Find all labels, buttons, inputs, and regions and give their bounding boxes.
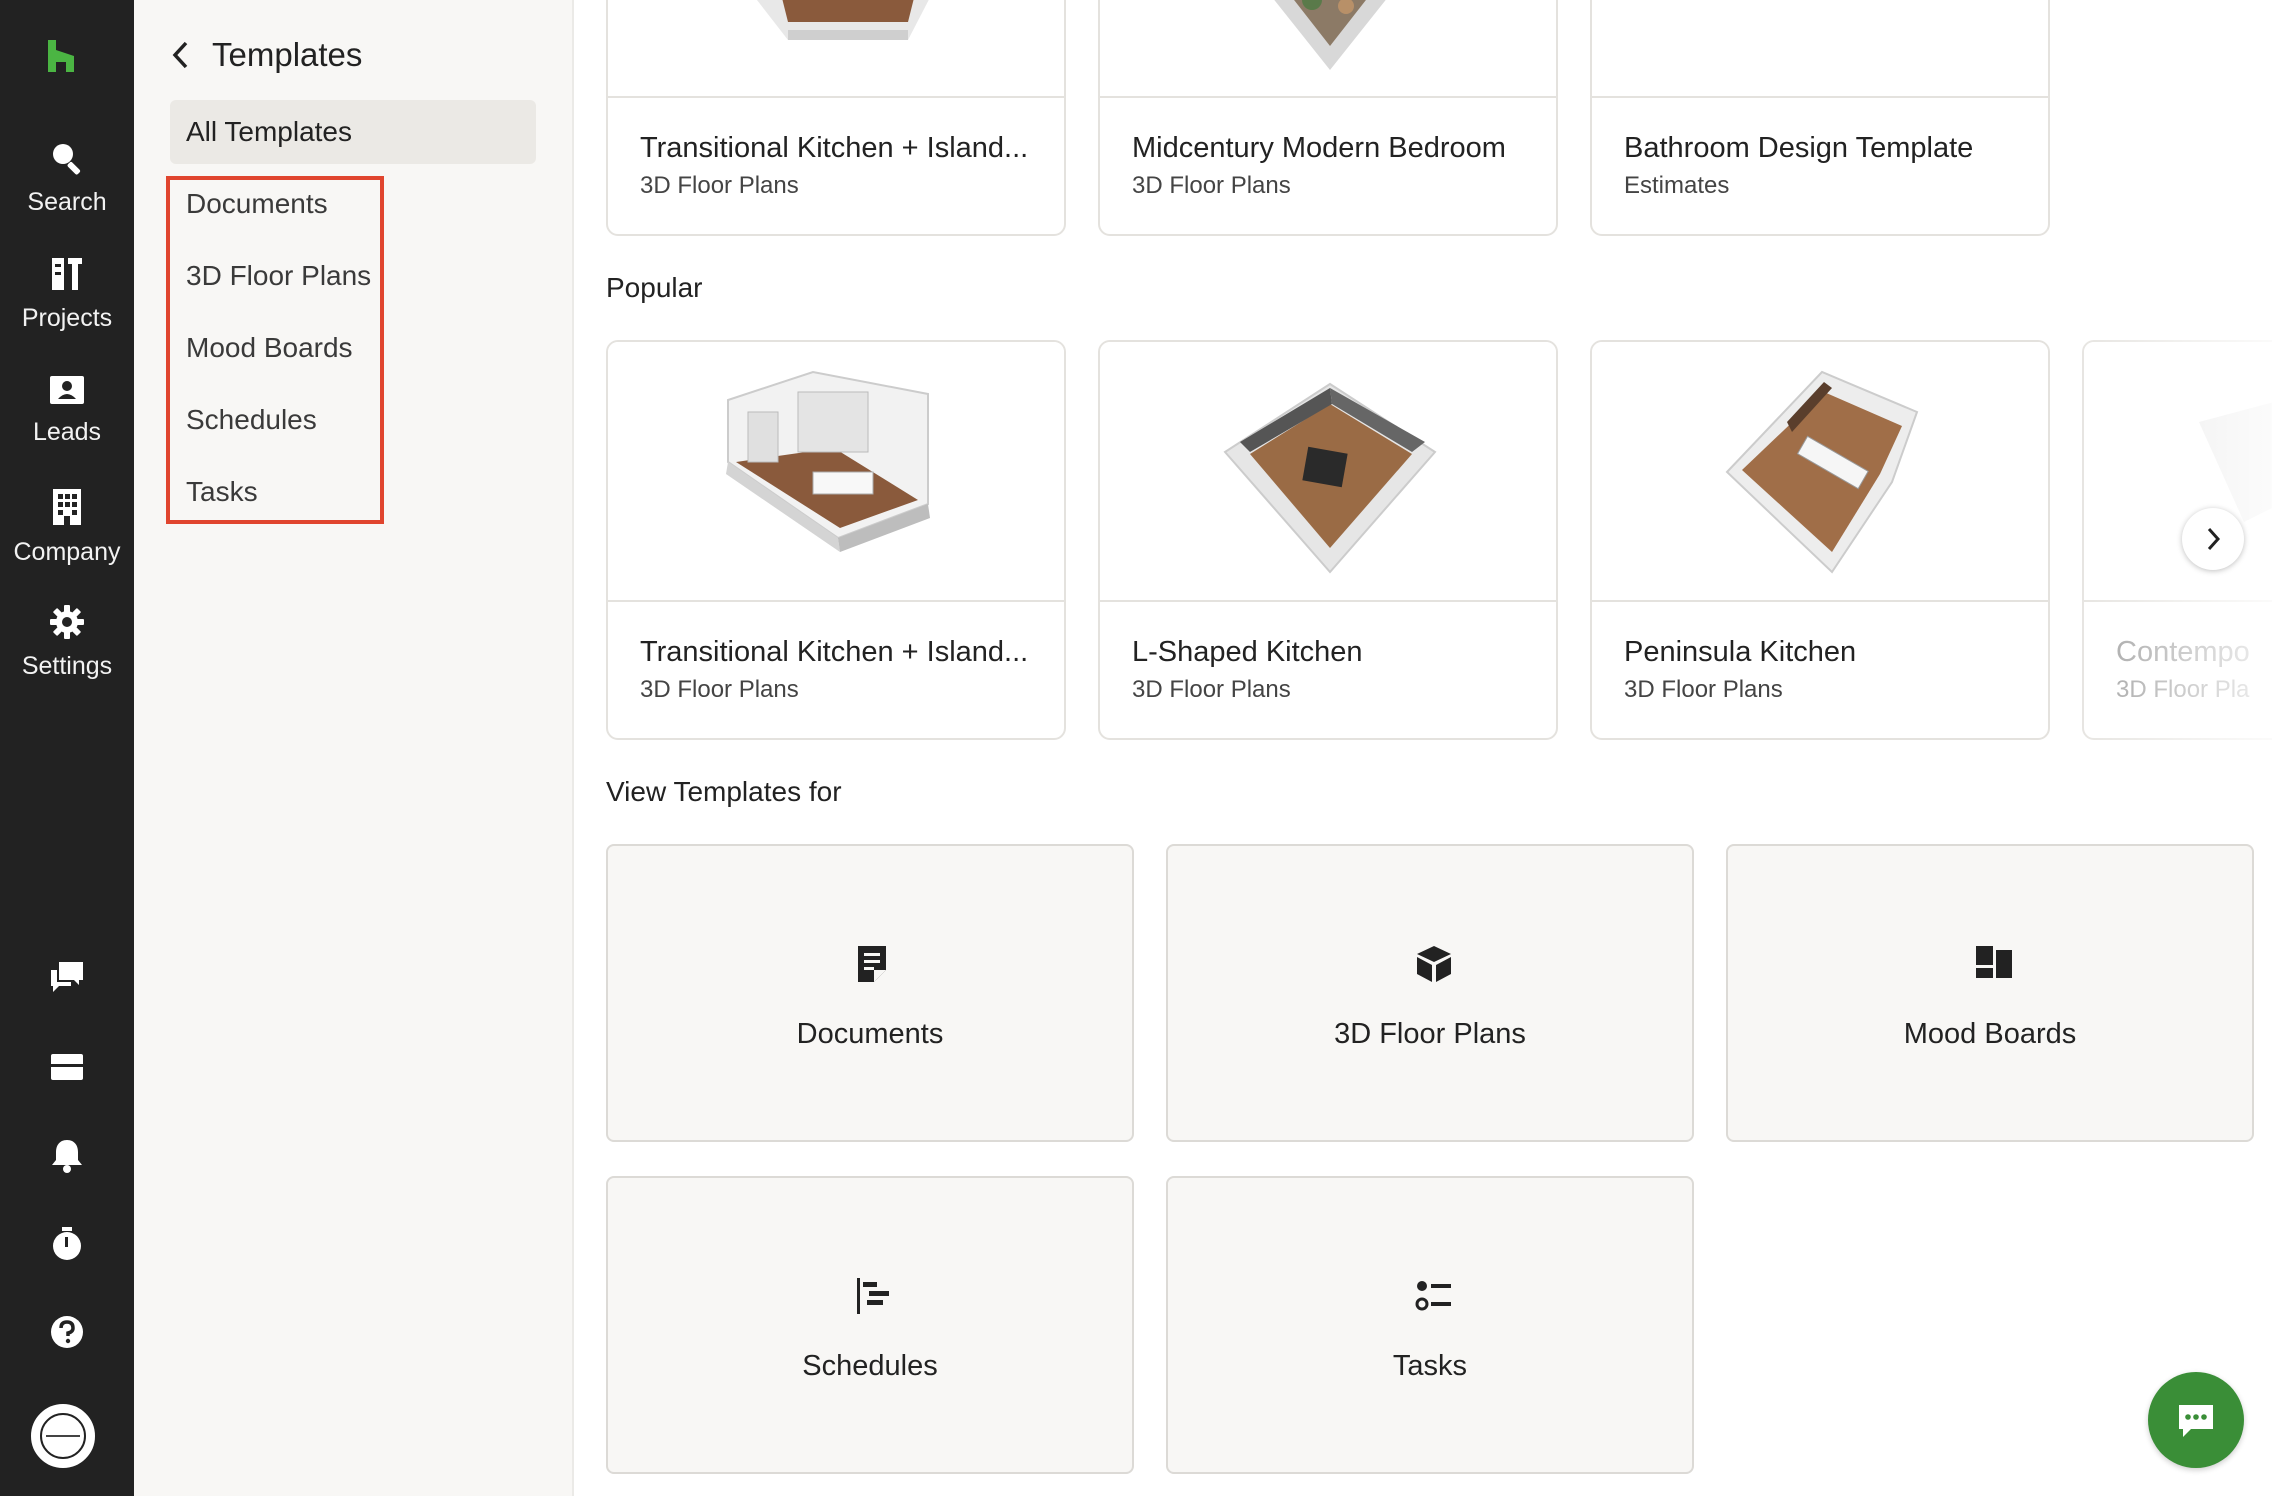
card-subtitle: 3D Floor Plans [1132, 676, 1291, 703]
kitchen-render-image [756, 0, 929, 40]
houzz-logo[interactable] [42, 36, 92, 76]
tasks-icon [1415, 1281, 1451, 1311]
section-title-view-templates: View Templates for [606, 776, 842, 807]
document-icon [858, 946, 886, 982]
card-title: Contempo [2116, 636, 2250, 668]
chat-icon [2179, 1405, 2213, 1437]
rail-projects[interactable]: Projects [0, 256, 134, 333]
tile-tasks[interactable]: Tasks [1166, 1176, 1694, 1474]
avatar[interactable] [31, 1404, 95, 1468]
nav-all-templates[interactable]: All Templates [170, 100, 536, 164]
card-subtitle: 3D Floor Plans [640, 172, 799, 199]
rail-search[interactable]: Search [0, 140, 134, 217]
template-card[interactable]: Bathroom Design Template Estimates [1590, 0, 2050, 236]
card-subtitle: 3D Floor Plans [640, 676, 799, 703]
search-icon [53, 144, 81, 175]
card-subtitle: Estimates [1624, 172, 1730, 199]
l-shaped-kitchen-render-image [1223, 382, 1437, 574]
tile-label: Documents [796, 1018, 944, 1050]
bedroom-render-image [1274, 0, 1386, 70]
help-icon [51, 1316, 83, 1348]
tile-label: 3D Floor Plans [1334, 1018, 1526, 1050]
template-card[interactable]: Peninsula Kitchen 3D Floor Plans [1590, 340, 2050, 740]
section-title-popular: Popular [606, 272, 703, 303]
cube-icon [1417, 946, 1451, 982]
rail-company-label: Company [13, 538, 121, 566]
card-title: Transitional Kitchen + Island... [640, 132, 1029, 164]
inbox-button[interactable] [0, 1052, 134, 1082]
schedule-icon [857, 1278, 889, 1314]
card-title: Peninsula Kitchen [1624, 636, 1857, 668]
bell-icon [52, 1140, 82, 1173]
rail-leads[interactable]: Leads [0, 374, 134, 447]
tile-mood-boards[interactable]: Mood Boards [1726, 844, 2254, 1142]
timer-button[interactable] [0, 1226, 134, 1262]
messages-icon [51, 962, 83, 992]
inbox-icon [51, 1054, 83, 1080]
rail-settings[interactable]: Settings [0, 604, 134, 681]
back-to-templates[interactable]: Templates [170, 30, 362, 80]
tile-3d-floor-plans[interactable]: 3D Floor Plans [1166, 844, 1694, 1142]
carousel-next-button[interactable] [2182, 508, 2244, 570]
card-subtitle: 3D Floor Plans [1132, 172, 1291, 199]
projects-icon [52, 258, 82, 290]
subnav-title: Templates [212, 36, 363, 73]
contemporary-render-image [2199, 402, 2272, 522]
card-subtitle: 3D Floor Pla [2116, 676, 2250, 703]
tile-documents[interactable]: Documents [606, 844, 1134, 1142]
templates-subnav: Templates All Templates Documents 3D Flo… [134, 0, 574, 1496]
help-button[interactable] [0, 1314, 134, 1350]
peninsula-kitchen-render-image [1725, 370, 1919, 574]
template-card[interactable]: Transitional Kitchen + Island... 3D Floo… [606, 0, 1066, 236]
card-title: Midcentury Modern Bedroom [1132, 132, 1506, 164]
rail-settings-label: Settings [21, 652, 113, 680]
card-title: Bathroom Design Template [1624, 132, 1974, 164]
messages-button[interactable] [0, 960, 134, 994]
chevron-right-icon [2207, 527, 2221, 551]
kitchen-island-render-image [726, 370, 930, 552]
card-title: Transitional Kitchen + Island... [640, 636, 1029, 668]
card-title: L-Shaped Kitchen [1132, 636, 1363, 668]
gear-icon [50, 605, 84, 639]
moodboard-icon [1976, 946, 2012, 978]
template-card[interactable]: Midcentury Modern Bedroom 3D Floor Plans [1098, 0, 1558, 236]
tile-label: Schedules [802, 1350, 938, 1382]
rail-search-label: Search [27, 188, 107, 216]
chat-button[interactable] [2148, 1372, 2244, 1468]
rail-company[interactable]: Company [0, 488, 134, 567]
company-icon [53, 489, 81, 525]
app-rail: Search Projects Leads Company Settings [0, 0, 134, 1496]
highlight-annotation [166, 176, 384, 524]
tile-label: Mood Boards [1903, 1018, 2077, 1050]
card-subtitle: 3D Floor Plans [1624, 676, 1783, 703]
template-card[interactable]: L-Shaped Kitchen 3D Floor Plans [1098, 340, 1558, 740]
tile-label: Tasks [1392, 1350, 1468, 1382]
chevron-left-icon [172, 41, 188, 69]
template-card[interactable]: Transitional Kitchen + Island... 3D Floo… [606, 340, 1066, 740]
leads-icon [50, 376, 84, 404]
rail-leads-label: Leads [32, 418, 102, 446]
timer-icon [53, 1227, 81, 1260]
tile-schedules[interactable]: Schedules [606, 1176, 1134, 1474]
notifications-button[interactable] [0, 1138, 134, 1174]
rail-projects-label: Projects [21, 304, 113, 332]
